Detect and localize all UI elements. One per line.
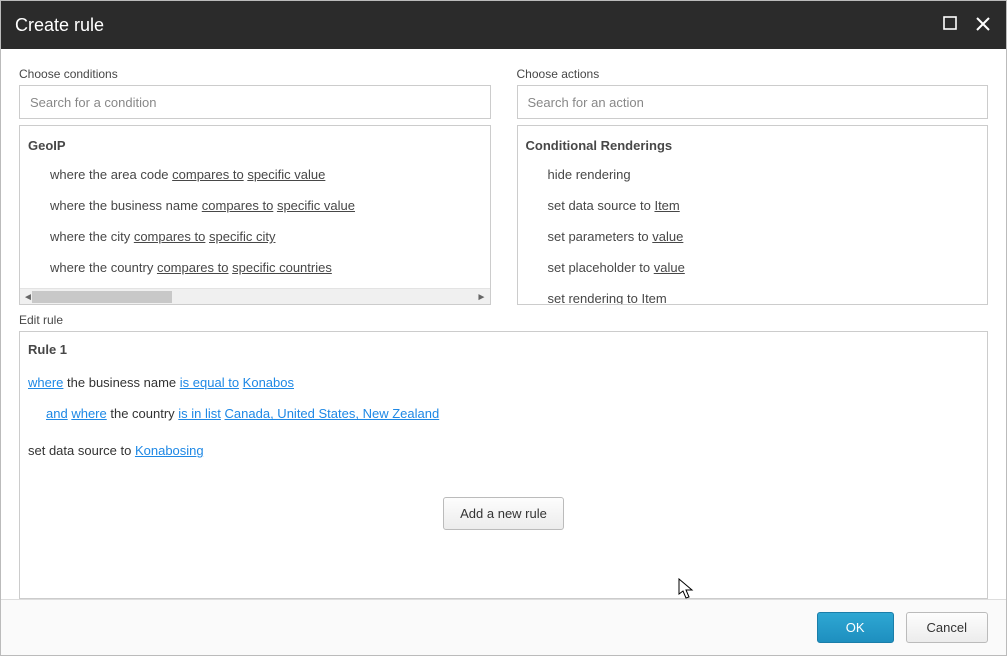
actions-column: Choose actions Conditional Renderings hi… [517, 67, 989, 305]
add-rule-wrap: Add a new rule [20, 479, 987, 556]
rule-line: set data source to Konabosing [28, 435, 979, 466]
action-item[interactable]: set rendering to Item [524, 283, 980, 305]
value-link[interactable]: Konabosing [135, 443, 204, 458]
action-item[interactable]: set data source to Item [524, 190, 980, 221]
edit-rule-label: Edit rule [19, 313, 988, 327]
condition-link[interactable]: compares to [172, 167, 244, 182]
actions-group-header: Conditional Renderings [524, 132, 980, 159]
condition-link[interactable]: compares to [157, 260, 229, 275]
action-link[interactable]: Item [641, 291, 666, 305]
action-item[interactable]: hide rendering [524, 159, 980, 190]
actions-list[interactable]: Conditional Renderings hide rendering se… [517, 125, 989, 305]
cancel-button[interactable]: Cancel [906, 612, 988, 643]
edit-rule-box: Rule 1 where the business name is equal … [19, 331, 988, 599]
action-link[interactable]: value [654, 260, 685, 275]
operator-link[interactable]: is in list [178, 406, 221, 421]
condition-link[interactable]: compares to [134, 229, 206, 244]
scroll-right-icon[interactable]: ► [474, 289, 490, 305]
titlebar: Create rule [1, 1, 1006, 49]
where-link[interactable]: where [71, 406, 106, 421]
condition-item[interactable]: where the area code compares to specific… [26, 159, 482, 190]
action-item[interactable]: set placeholder to value [524, 252, 980, 283]
condition-link[interactable]: specific value [277, 198, 355, 213]
scroll-thumb[interactable] [32, 291, 172, 303]
value-link[interactable]: Konabos [243, 375, 294, 390]
condition-text: where the country [50, 260, 157, 275]
action-link[interactable]: Item [654, 198, 679, 213]
operator-link[interactable]: is equal to [180, 375, 239, 390]
dialog-title: Create rule [15, 15, 104, 36]
close-icon[interactable] [974, 15, 992, 36]
and-link[interactable]: and [46, 406, 68, 421]
horizontal-scrollbar[interactable]: ◄ ► [20, 288, 490, 304]
action-text: set parameters to [548, 229, 653, 244]
value-link[interactable]: Canada, United States, New Zealand [225, 406, 440, 421]
condition-text: where the area code [50, 167, 172, 182]
actions-label: Choose actions [517, 67, 989, 81]
condition-item[interactable]: where the country compares to specific c… [26, 252, 482, 283]
action-text: set rendering to [548, 291, 642, 305]
condition-link[interactable]: specific countries [232, 260, 332, 275]
condition-item[interactable]: where the city compares to specific city [26, 221, 482, 252]
action-item[interactable]: set parameters to value [524, 221, 980, 252]
columns: Choose conditions GeoIP where the area c… [19, 67, 988, 305]
rule-line: where the business name is equal to Kona… [28, 367, 979, 398]
action-text: set data source to [548, 198, 655, 213]
condition-item[interactable]: where the business name compares to spec… [26, 190, 482, 221]
dialog-footer: OK Cancel [1, 599, 1006, 655]
conditions-search-input[interactable] [19, 85, 491, 119]
rule-body: where the business name is equal to Kona… [20, 367, 987, 479]
conditions-label: Choose conditions [19, 67, 491, 81]
condition-link[interactable]: compares to [202, 198, 274, 213]
action-text: set placeholder to [548, 260, 654, 275]
conditions-group-header: GeoIP [26, 132, 482, 159]
maximize-icon[interactable] [942, 15, 958, 36]
where-link[interactable]: where [28, 375, 63, 390]
condition-text: where the city [50, 229, 134, 244]
condition-text: where the business name [50, 198, 202, 213]
dialog-body: Choose conditions GeoIP where the area c… [1, 49, 1006, 599]
rule-line: and where the country is in list Canada,… [28, 398, 979, 429]
actions-search-input[interactable] [517, 85, 989, 119]
add-rule-button[interactable]: Add a new rule [443, 497, 564, 530]
condition-link[interactable]: specific city [209, 229, 275, 244]
create-rule-dialog: Create rule Choose conditions GeoIP [0, 0, 1007, 656]
ok-button[interactable]: OK [817, 612, 894, 643]
window-controls [942, 15, 992, 36]
conditions-list[interactable]: GeoIP where the area code compares to sp… [19, 125, 491, 305]
action-text: hide rendering [548, 167, 631, 182]
rule-title: Rule 1 [20, 332, 987, 367]
action-link[interactable]: value [652, 229, 683, 244]
conditions-column: Choose conditions GeoIP where the area c… [19, 67, 491, 305]
condition-link[interactable]: specific value [247, 167, 325, 182]
